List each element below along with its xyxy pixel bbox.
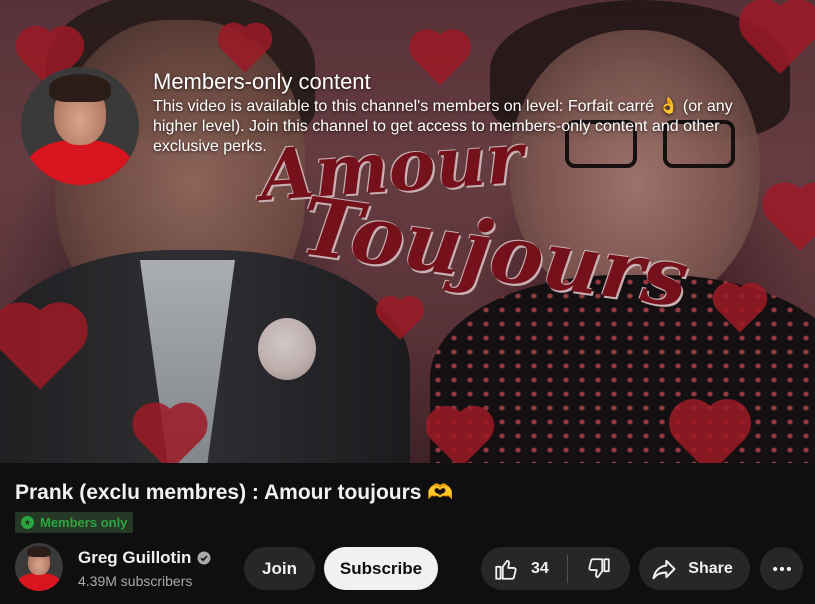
channel-name-link[interactable]: Greg Guillotin: [78, 548, 211, 568]
like-dislike-group: 34: [481, 547, 630, 590]
like-button[interactable]: 34: [481, 547, 567, 590]
more-actions-button[interactable]: [760, 547, 803, 590]
like-count: 34: [531, 559, 549, 577]
share-button[interactable]: Share: [639, 547, 750, 590]
members-only-label: Members only: [40, 515, 128, 530]
video-title: Prank (exclu membres) : Amour toujours 🫶: [15, 481, 454, 504]
members-only-description: This video is available to this channel'…: [153, 98, 733, 155]
verified-check-icon: [197, 551, 211, 565]
members-only-badge: Members only: [15, 512, 134, 533]
thumbs-up-icon: [493, 556, 519, 582]
members-only-icon: [21, 516, 34, 529]
channel-name: Greg Guillotin: [78, 548, 192, 567]
thumbs-down-icon: [586, 556, 612, 582]
share-label: Share: [688, 559, 733, 577]
members-only-heading: Members-only content: [153, 69, 371, 94]
subscriber-count: 4.39M subscribers: [78, 573, 193, 589]
channel-avatar-large: [21, 67, 139, 185]
channel-avatar[interactable]: [15, 543, 63, 591]
join-button[interactable]: Join: [244, 547, 315, 590]
video-player[interactable]: Amour Toujours Members-only content This…: [0, 0, 815, 463]
subscribe-button[interactable]: Subscribe: [324, 547, 438, 590]
share-arrow-icon: [650, 555, 678, 583]
dislike-button[interactable]: [568, 547, 630, 590]
more-horizontal-icon: [771, 558, 793, 580]
